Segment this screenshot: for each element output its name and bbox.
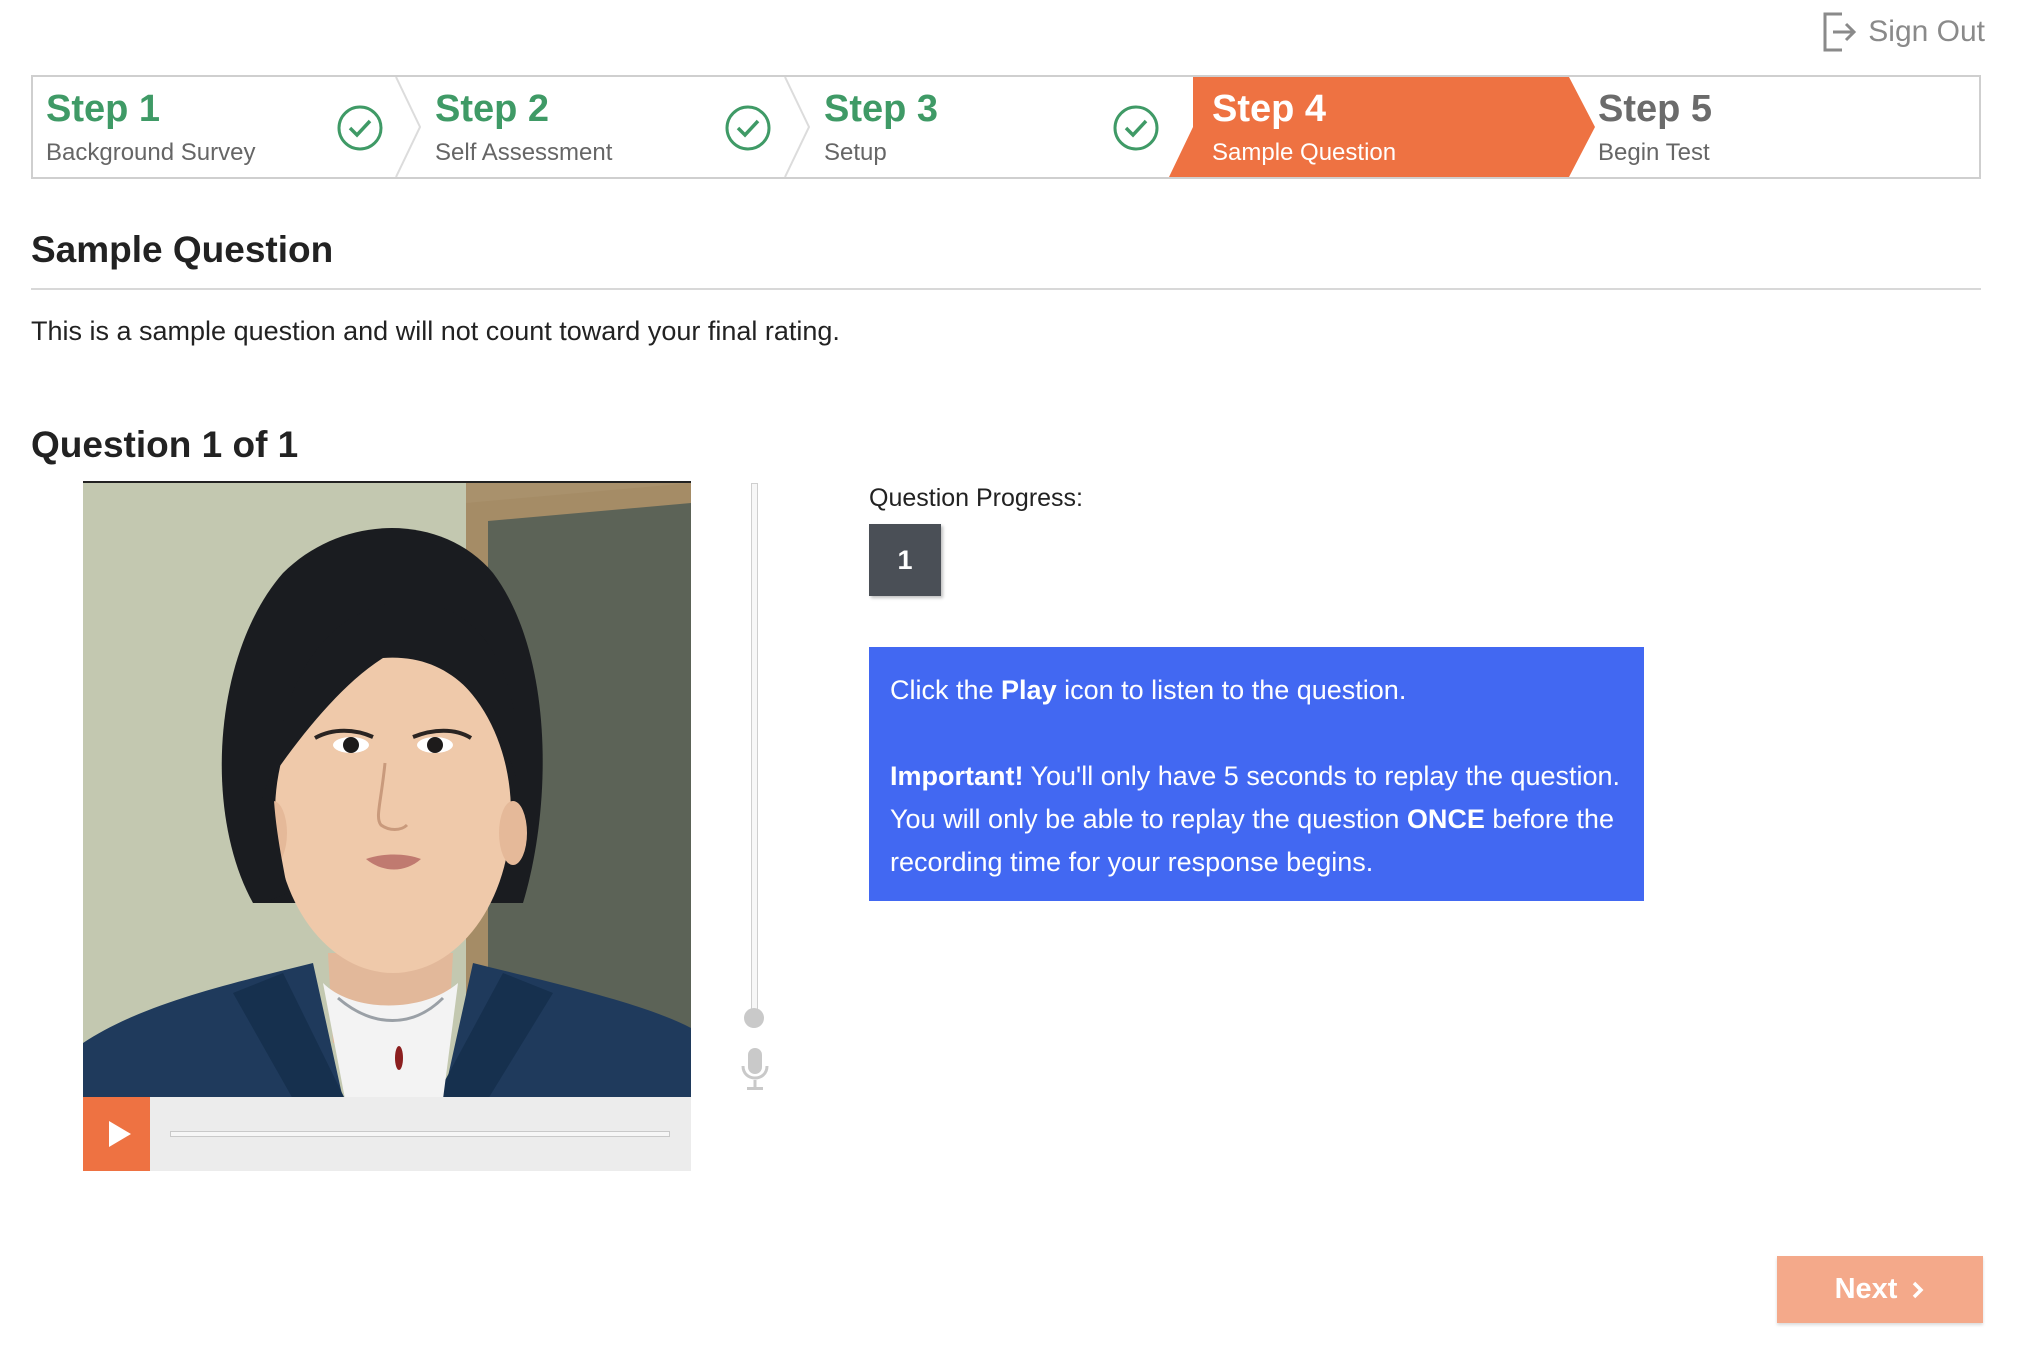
avatar-image [83, 483, 691, 1097]
recording-level-indicator [744, 1008, 764, 1028]
progress-stepper: Step 1 Background Survey Step 2 Self Ass… [31, 75, 1981, 179]
step-2: Step 2 Self Assessment [422, 77, 777, 177]
check-circle-icon [337, 105, 383, 151]
step-label: Setup [824, 139, 887, 166]
step-label: Background Survey [46, 139, 256, 166]
step-number: Step 5 [1598, 88, 1713, 130]
step-5: Step 5 Begin Test [1585, 77, 1975, 177]
step-label: Sample Question [1212, 139, 1397, 166]
video-player [83, 481, 691, 1171]
play-button[interactable] [83, 1097, 150, 1171]
play-icon [108, 1121, 131, 1147]
audio-progress-bar[interactable] [170, 1131, 670, 1137]
next-button-label: Next [1834, 1273, 1898, 1305]
step-number: Step 2 [435, 88, 550, 130]
instructions-panel: Click the Play icon to listen to the que… [869, 647, 1644, 901]
step-divider [784, 77, 811, 177]
recording-level-meter [751, 483, 758, 1013]
intro-text: This is a sample question and will not c… [31, 316, 840, 346]
step-1: Step 1 Background Survey [33, 77, 388, 177]
sign-out-icon [1823, 12, 1857, 52]
question-title: Question 1 of 1 [31, 424, 299, 465]
step-3: Step 3 Setup [811, 77, 1166, 177]
step-label: Begin Test [1598, 139, 1710, 166]
step-divider [395, 77, 422, 177]
page-title: Sample Question [31, 229, 334, 270]
step-number: Step 3 [824, 88, 939, 130]
avatar-video-frame [83, 481, 691, 1097]
check-circle-icon [725, 105, 771, 151]
question-progress-item: 1 [869, 524, 941, 596]
sign-out-link[interactable]: Sign Out [1820, 10, 1985, 54]
check-circle-icon [1113, 105, 1159, 151]
divider [31, 288, 1981, 290]
question-progress-label: Question Progress: [869, 484, 1083, 512]
step-number: Step 4 [1212, 88, 1327, 130]
next-button[interactable]: Next [1777, 1256, 1983, 1323]
step-label: Self Assessment [435, 139, 613, 166]
player-controls [83, 1097, 691, 1171]
microphone-icon [741, 1048, 769, 1090]
chevron-right-icon [1913, 1281, 1924, 1298]
instruction-play: Click the Play icon to listen to the que… [890, 675, 1407, 705]
step-number: Step 1 [46, 88, 161, 130]
sign-out-label: Sign Out [1868, 15, 1985, 48]
instruction-important: Important! You'll only have 5 seconds to… [890, 761, 1621, 877]
step-4: Step 4 Sample Question [1169, 77, 1609, 177]
